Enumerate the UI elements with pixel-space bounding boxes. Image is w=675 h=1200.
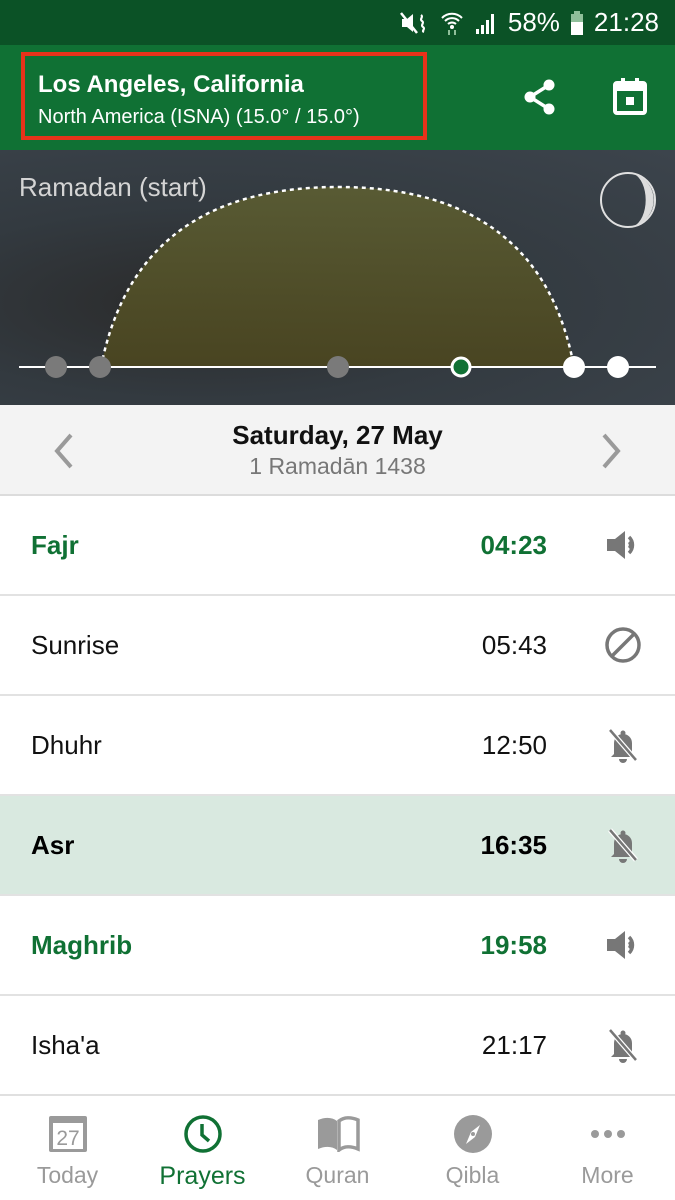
location-selector[interactable]: Los Angeles, California North America (I…: [21, 52, 427, 140]
share-button[interactable]: [520, 75, 560, 119]
tab-qibla[interactable]: Qibla: [405, 1096, 540, 1200]
prayer-time: 04:23: [480, 529, 548, 560]
prayer-time: 19:58: [480, 929, 548, 960]
gregorian-date: Saturday, 27 May: [232, 420, 443, 450]
prayer-row-maghrib[interactable]: Maghrib 19:58: [0, 896, 675, 996]
prayer-time: 21:17: [481, 1029, 547, 1060]
prayer-row-fajr[interactable]: Fajr 04:23: [0, 496, 675, 596]
prayer-row-asr[interactable]: Asr 16:35: [0, 796, 675, 896]
bottom-navigation: 27 Today Prayers Quran Qibla More: [0, 1094, 675, 1200]
prayer-name: Dhuhr: [31, 729, 102, 760]
prayer-name: Isha'a: [31, 1029, 100, 1060]
sun-path-panel: Ramadan (start): [0, 150, 675, 405]
tab-label: Qibla: [445, 1162, 500, 1188]
alert-toggle[interactable]: [603, 625, 643, 665]
next-day-button[interactable]: [592, 427, 632, 475]
calendar-icon: [613, 78, 647, 115]
tab-label: More: [581, 1162, 634, 1188]
book-icon: [316, 1114, 360, 1154]
alert-toggle[interactable]: [603, 725, 643, 765]
wifi-icon: [440, 10, 464, 36]
moon-phase-icon: [600, 172, 656, 228]
tab-quran[interactable]: Quran: [270, 1096, 405, 1200]
prayer-name: Maghrib: [31, 929, 133, 960]
today-date-badge: 27: [56, 1127, 79, 1150]
alert-toggle[interactable]: [603, 525, 643, 565]
tab-today[interactable]: 27 Today: [0, 1096, 135, 1200]
alert-toggle[interactable]: [603, 825, 643, 865]
battery-percent: 58%: [507, 7, 560, 37]
prayer-name: Sunrise: [31, 629, 120, 660]
timeline-marker-maghrib: [563, 356, 585, 378]
disabled-icon: [605, 627, 641, 663]
prayer-row-dhuhr[interactable]: Dhuhr 12:50: [0, 696, 675, 796]
prayer-time: 16:35: [480, 829, 548, 860]
previous-day-button[interactable]: [43, 427, 83, 475]
share-icon: [524, 79, 555, 115]
cell-signal-icon: [474, 11, 498, 35]
bell-off-icon: [608, 1028, 638, 1063]
prayer-name: Fajr: [31, 529, 79, 560]
app-bar: Los Angeles, California North America (I…: [0, 45, 675, 150]
clock-icon: [183, 1114, 223, 1154]
daylight-arc: [101, 187, 574, 367]
prayer-row-sunrise[interactable]: Sunrise 05:43: [0, 596, 675, 696]
speaker-icon: [607, 531, 635, 559]
hijri-date: 1 Ramadān 1438: [249, 453, 426, 479]
clock-time: 21:28: [593, 7, 659, 37]
more-dots-icon: [590, 1114, 626, 1154]
battery-icon: [570, 10, 584, 36]
date-navigator: Saturday, 27 May 1 Ramadān 1438: [0, 405, 675, 496]
tab-more[interactable]: More: [540, 1096, 675, 1200]
timeline-marker-fajr: [45, 356, 67, 378]
compass-icon: [453, 1114, 493, 1154]
event-label: Ramadan (start): [19, 172, 207, 202]
prayer-time: 05:43: [481, 629, 547, 660]
alert-toggle[interactable]: [603, 925, 643, 965]
chevron-right-icon: [602, 433, 621, 469]
timeline-marker-dhuhr: [327, 356, 349, 378]
timeline-marker-asr: [450, 356, 472, 378]
speaker-icon: [607, 931, 635, 959]
chevron-left-icon: [54, 433, 73, 469]
calculation-method: North America (ISNA) (15.0° / 15.0°): [38, 106, 360, 128]
calendar-date-icon: 27: [47, 1114, 89, 1154]
vibrate-mute-icon: [399, 10, 430, 36]
tab-label: Quran: [305, 1162, 370, 1188]
alert-toggle[interactable]: [603, 1025, 643, 1065]
calendar-button[interactable]: [610, 75, 650, 119]
status-bar: 58% 21:28: [0, 0, 675, 45]
location-title: Los Angeles, California: [38, 71, 304, 98]
timeline-marker-ishaa: [607, 356, 629, 378]
prayer-time: 12:50: [481, 729, 547, 760]
prayer-name: Asr: [31, 829, 75, 860]
tab-label: Prayers: [159, 1162, 246, 1190]
bell-off-icon: [608, 728, 638, 763]
bell-off-icon: [608, 828, 638, 863]
prayer-row-ishaa[interactable]: Isha'a 21:17: [0, 996, 675, 1096]
timeline-marker-sunrise: [89, 356, 111, 378]
tab-label: Today: [36, 1162, 99, 1188]
tab-prayers[interactable]: Prayers: [135, 1096, 270, 1200]
prayer-times-list: Fajr 04:23 Sunrise 05:43 Dhuhr 12:50 Asr…: [0, 496, 675, 1096]
